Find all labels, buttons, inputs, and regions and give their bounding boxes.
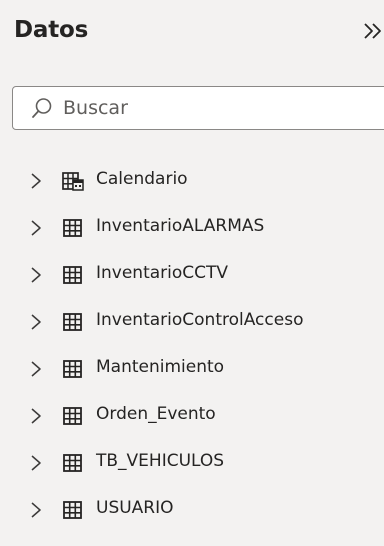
chevron-right-icon[interactable] — [30, 500, 42, 520]
chevron-right-icon[interactable] — [30, 265, 42, 285]
chevron-right-icon[interactable] — [30, 218, 42, 238]
search-icon — [32, 98, 52, 118]
table-list: Calendario InventarioALARMAS InventarioCCT… — [0, 158, 384, 534]
table-icon — [62, 265, 84, 285]
table-icon — [62, 312, 84, 332]
pane-title: Datos — [14, 17, 89, 43]
collapse-pane-button[interactable] — [362, 16, 384, 46]
pane-header: Datos — [0, 0, 384, 72]
chevron-right-icon[interactable] — [30, 453, 42, 473]
search-input[interactable] — [63, 93, 383, 123]
data-pane: Datos Calendario InventarioALARMAS Inventa… — [0, 0, 384, 546]
table-item-label: Orden_Evento — [96, 404, 216, 424]
search-box[interactable] — [12, 86, 384, 130]
table-item[interactable]: InventarioALARMAS — [0, 205, 384, 252]
chevron-right-icon[interactable] — [30, 359, 42, 379]
table-item-label: Mantenimiento — [96, 357, 225, 377]
table-item-label: InventarioALARMAS — [96, 216, 265, 236]
table-item-label: InventarioControlAcceso — [96, 310, 304, 330]
double-chevron-right-icon — [364, 23, 381, 39]
table-item-label: USUARIO — [96, 498, 174, 518]
table-item[interactable]: Orden_Evento — [0, 393, 384, 440]
table-item[interactable]: InventarioCCTV — [0, 252, 384, 299]
table-icon — [62, 406, 84, 426]
table-item[interactable]: USUARIO — [0, 487, 384, 534]
table-item[interactable]: Mantenimiento — [0, 346, 384, 393]
table-icon — [62, 359, 84, 379]
table-item[interactable]: InventarioControlAcceso — [0, 299, 384, 346]
table-icon — [62, 453, 84, 473]
table-item-label: TB_VEHICULOS — [96, 451, 225, 471]
chevron-right-icon[interactable] — [30, 312, 42, 332]
table-item[interactable]: TB_VEHICULOS — [0, 440, 384, 487]
chevron-right-icon[interactable] — [30, 406, 42, 426]
table-icon — [62, 500, 84, 520]
table-item[interactable]: Calendario — [0, 158, 384, 205]
calendar-table-icon — [62, 171, 84, 191]
table-item-label: InventarioCCTV — [96, 263, 229, 283]
table-icon — [62, 218, 84, 238]
chevron-right-icon[interactable] — [30, 171, 42, 191]
table-item-label: Calendario — [96, 169, 188, 189]
